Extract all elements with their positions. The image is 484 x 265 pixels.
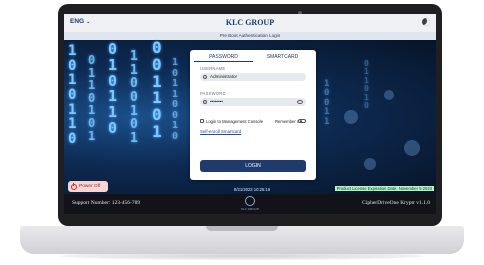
power-icon	[71, 182, 77, 190]
bokeh-decoration	[384, 90, 394, 100]
moon-icon[interactable]	[422, 18, 430, 26]
product-version: CipherDriveOne Kryptr v1.1.0	[362, 200, 430, 206]
eye-icon[interactable]	[297, 100, 303, 104]
binary-decoration: 1010110	[68, 43, 77, 148]
laptop-notch	[206, 226, 278, 231]
binary-decoration: 0110101	[88, 53, 96, 143]
tab-smartcard[interactable]: SMARTCARD	[253, 53, 312, 62]
username-field[interactable]: Administrator	[200, 73, 306, 81]
license-expiration: Product License Expiration Date: Novembe…	[334, 186, 434, 191]
screen: ENG ⌄ KLC GROUP Pre Boot Authentication L…	[64, 14, 436, 214]
remember-toggle[interactable]	[298, 119, 306, 123]
auth-tabs: PASSWORD SMARTCARD	[194, 53, 312, 62]
bokeh-decoration	[344, 110, 358, 124]
login-console-label: Login to Management Console	[206, 118, 264, 124]
bokeh-decoration	[364, 158, 376, 170]
tab-password[interactable]: PASSWORD	[194, 53, 253, 62]
lock-icon	[203, 100, 207, 104]
binary-decoration: 1100101	[130, 49, 138, 146]
bottom-bar: Support Number: 123-456-789 KLC GROUP Ci…	[64, 194, 436, 214]
binary-decoration: 010110	[108, 40, 118, 137]
binary-decoration: 011010	[364, 59, 369, 110]
password-label: PASSWORD	[200, 91, 226, 96]
klc-logo-icon	[245, 196, 255, 206]
top-bar: ENG ⌄ KLC GROUP	[64, 14, 436, 32]
login-console-checkbox[interactable]	[200, 119, 204, 123]
binary-decoration: 10011	[324, 79, 330, 127]
password-value: ••••••••	[210, 99, 223, 104]
logo-text: KLC GROUP	[241, 207, 259, 211]
user-icon	[203, 75, 207, 79]
username-value: Administrator	[210, 74, 238, 79]
support-number: Support Number: 123-456-789	[72, 200, 141, 206]
datetime: 8/21/2023 10:25:16	[234, 187, 271, 192]
brand-title: KLC GROUP	[225, 18, 275, 27]
power-off-label: Power Off	[79, 184, 101, 189]
password-field[interactable]: ••••••••	[200, 98, 306, 106]
self-enroll-link[interactable]: Self-enroll Smartcard	[200, 129, 241, 134]
binary-decoration: 001101	[152, 38, 162, 141]
page-subtitle: Pre Boot Authentication Login	[64, 32, 436, 40]
binary-decoration: 10110010	[172, 57, 179, 142]
bokeh-decoration	[404, 140, 420, 156]
power-off-button[interactable]: Power Off	[68, 181, 108, 192]
login-card: PASSWORD SMARTCARD USERNAME Administrato…	[190, 50, 316, 180]
login-button[interactable]: LOGIN	[200, 160, 306, 172]
username-label: USERNAME	[200, 66, 226, 71]
